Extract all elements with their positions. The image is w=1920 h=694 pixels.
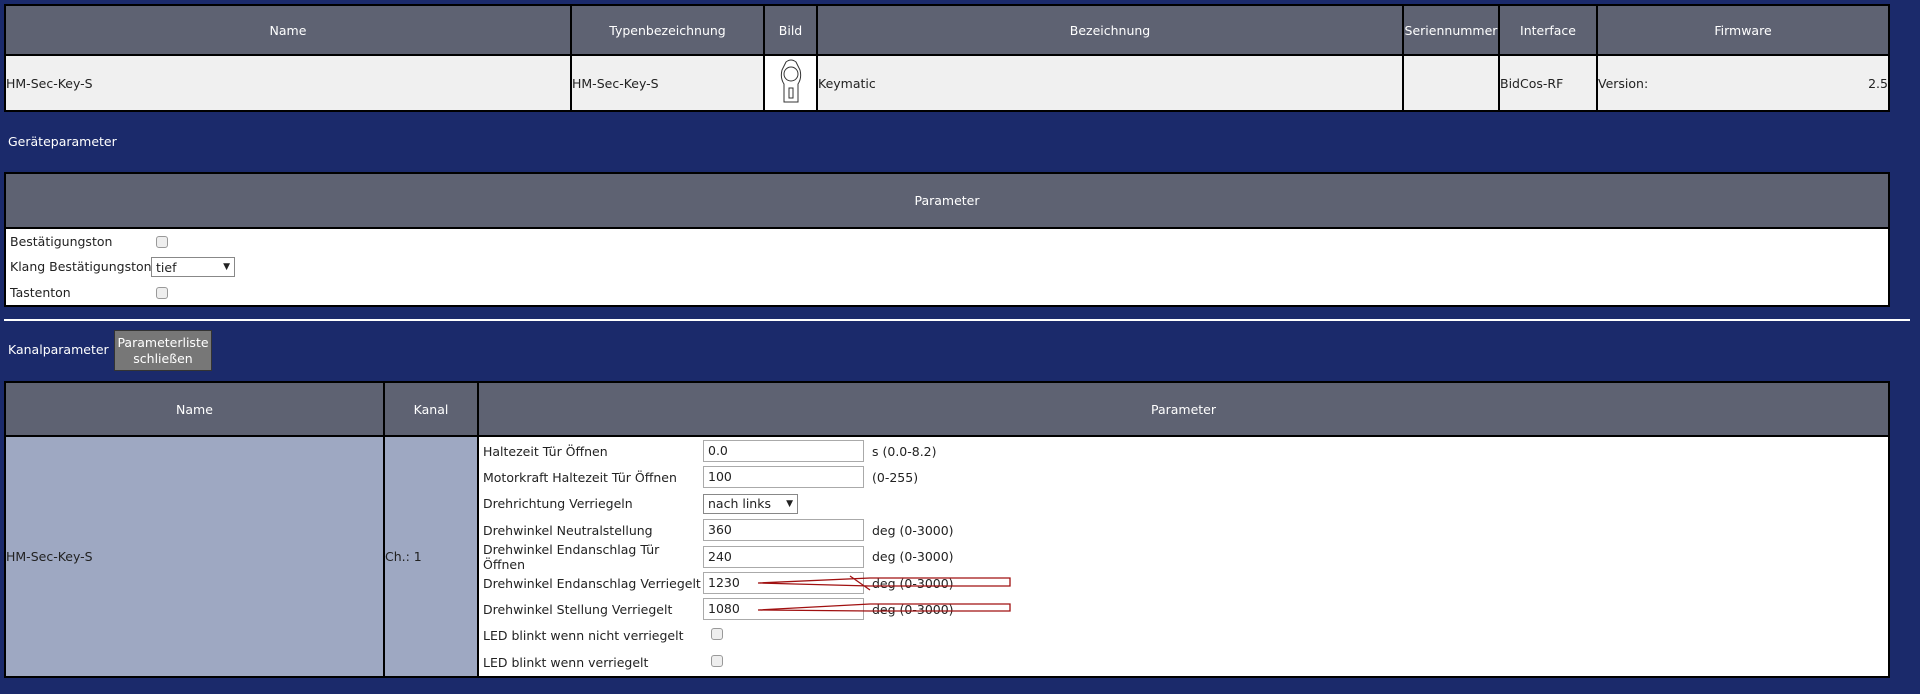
- channel-param-row: Drehwinkel Endanschlag Tür Öffnen 240 deg …: [483, 541, 954, 572]
- param-tastenton: Tastenton: [10, 285, 71, 300]
- param-input[interactable]: 360: [703, 519, 864, 542]
- keymatic-icon: [780, 59, 801, 102]
- device-params-table: Parameter: [4, 172, 1890, 307]
- param-label: Drehwinkel Neutralstellung: [483, 522, 653, 538]
- annotation-scribble: [757, 575, 1011, 612]
- param-label: Drehrichtung Verriegeln: [483, 496, 633, 512]
- bestaetigungston-checkbox[interactable]: [156, 236, 168, 248]
- device-description: Keymatic: [816, 54, 1404, 112]
- ch-col-channel: Kanal: [383, 381, 479, 437]
- channel-param-row: Drehwinkel Neutralstellung 360 deg (0-3000…: [483, 517, 954, 543]
- firmware-label: Version:: [1598, 75, 1649, 91]
- param-unit: s (0.0-8.2): [872, 443, 937, 459]
- divider: [4, 319, 1910, 321]
- device-serial: [1402, 54, 1500, 112]
- klang-select-value: tief: [156, 259, 177, 275]
- param-input[interactable]: 240: [703, 545, 864, 568]
- device-interface: BidCos-RF: [1498, 54, 1598, 112]
- ch-col-params: Parameter: [477, 381, 1890, 437]
- device-params-title: Geräteparameter: [8, 134, 117, 149]
- channel-param-row: Haltezeit Tür Öffnen 0.0 s (0.0-8.2): [483, 438, 937, 464]
- chevron-down-icon: ▼: [223, 262, 230, 272]
- chevron-down-icon: ▼: [786, 498, 793, 509]
- firmware-value: 2.5: [1868, 75, 1888, 91]
- col-firmware: Firmware: [1596, 4, 1890, 56]
- tastenton-checkbox[interactable]: [156, 287, 168, 299]
- param-input[interactable]: 0.0: [703, 440, 864, 462]
- col-interface: Interface: [1498, 4, 1598, 56]
- param-unit: (0-255): [872, 469, 919, 485]
- col-description: Bezeichnung: [816, 4, 1404, 56]
- param-label: Motorkraft Haltezeit Tür Öffnen: [483, 469, 677, 485]
- param-checkbox[interactable]: [711, 628, 723, 641]
- param-label: LED blinkt wenn verriegelt: [483, 654, 649, 670]
- device-name[interactable]: HM-Sec-Key-S: [4, 54, 572, 112]
- col-type: Typenbezeichnung: [570, 4, 765, 56]
- device-params-header: Parameter: [4, 172, 1890, 229]
- param-unit: deg (0-3000): [872, 549, 954, 565]
- klang-select[interactable]: tief ▼: [151, 257, 235, 277]
- col-name: Name: [4, 4, 572, 56]
- param-label: Haltezeit Tür Öffnen: [483, 443, 608, 459]
- param-label: Drehwinkel Endanschlag Tür Öffnen: [483, 541, 660, 572]
- param-unit: deg (0-3000): [872, 522, 954, 538]
- channel-param-row: LED blinkt wenn nicht verriegelt: [483, 623, 872, 649]
- param-select-value: nach links: [708, 496, 771, 512]
- device-firmware: Version: 2.5: [1596, 54, 1890, 112]
- param-label: LED blinkt wenn nicht verriegelt: [483, 628, 684, 644]
- param-bestaetigungston: Bestätigungston: [10, 234, 113, 249]
- channel-name: HM-Sec-Key-S: [4, 435, 385, 678]
- channel-param-row: LED blinkt wenn verriegelt: [483, 649, 872, 675]
- param-klang: Klang Bestätigungston: [10, 259, 152, 274]
- channel-number: Ch.: 1: [383, 435, 479, 678]
- channel-param-row: Motorkraft Haltezeit Tür Öffnen 100 (0-255…: [483, 464, 918, 490]
- param-checkbox[interactable]: [711, 654, 723, 667]
- ch-col-name: Name: [4, 381, 385, 437]
- param-label: Drehwinkel Stellung Verriegelt: [483, 601, 673, 617]
- device-table: Name Typenbezeichnung Bild Bezeichnung S…: [4, 4, 1890, 112]
- param-label: Drehwinkel Endanschlag Verriegelt: [483, 575, 701, 591]
- param-select[interactable]: nach links ▼: [703, 493, 798, 514]
- col-serial: Seriennummer: [1402, 4, 1500, 56]
- param-input[interactable]: 100: [703, 466, 864, 489]
- device-image: [763, 54, 818, 112]
- channel-params-title: Kanalparameter: [8, 342, 109, 357]
- channel-param-row: Drehrichtung Verriegeln nach links ▼: [483, 491, 872, 517]
- device-type: HM-Sec-Key-S: [570, 54, 765, 112]
- col-image: Bild: [763, 4, 818, 56]
- close-param-list-button[interactable]: Parameterliste schließen: [114, 330, 212, 371]
